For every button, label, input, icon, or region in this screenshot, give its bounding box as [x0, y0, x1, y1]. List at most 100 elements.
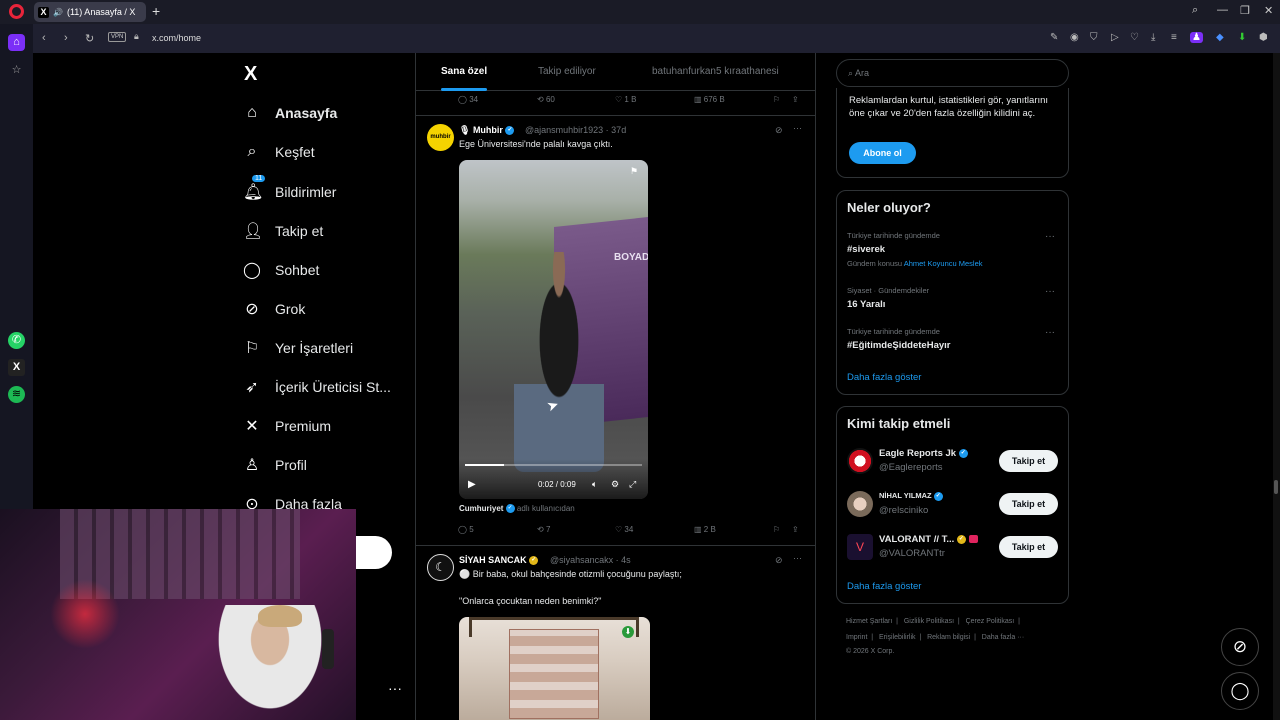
spotify-icon[interactable]: ≋ — [8, 386, 25, 403]
like-action[interactable]: ♡ 34 — [615, 525, 633, 534]
arrow-extension-icon[interactable]: ⬇ — [1238, 32, 1246, 43]
bookmark-icon[interactable]: ⚐ — [773, 525, 780, 534]
post-more-icon[interactable]: ··· — [793, 123, 802, 133]
trend-more-icon[interactable]: ··· — [1045, 286, 1055, 297]
share-icon[interactable]: ⇪ — [792, 95, 799, 104]
back-icon[interactable]: ‹ — [42, 32, 46, 44]
repost-action[interactable]: ⟲ 60 — [537, 95, 555, 104]
nav-bookmarks[interactable]: ⚐ Yer İşaretleri — [243, 338, 353, 358]
show-more-link[interactable]: Daha fazla göster — [847, 372, 921, 383]
nav-home[interactable]: ⌂ Anasayfa — [243, 104, 337, 122]
nav-grok[interactable]: ⊘ Grok — [243, 299, 305, 319]
url-field[interactable]: x.com/home — [152, 33, 201, 43]
like-action[interactable]: ♡ 1 B — [615, 95, 636, 104]
video-bookmark-icon[interactable]: ⚑ — [630, 166, 638, 177]
views-action[interactable]: ▥ 676 B — [694, 95, 725, 104]
footer-link[interactable]: Gizlilik Politikası — [904, 618, 954, 625]
messages-fab-icon[interactable]: ◯ — [1221, 672, 1259, 710]
account-more-icon[interactable]: ··· — [388, 680, 402, 696]
user-name[interactable]: NİHAL YILMAZ ✓ — [879, 491, 943, 501]
reply-action[interactable]: ◯ 34 — [458, 95, 478, 104]
x-app-icon[interactable]: X — [8, 359, 25, 376]
trend-more-icon[interactable]: ··· — [1045, 327, 1055, 338]
subscribe-button[interactable]: Abone ol — [849, 142, 916, 164]
speaker-icon[interactable]: 🔊 — [53, 8, 63, 17]
valorant-logo-icon[interactable]: V — [847, 534, 873, 560]
play-icon[interactable]: ▷ — [1111, 32, 1119, 43]
settings-icon[interactable]: ⚙ — [611, 479, 619, 490]
opera-logo-icon[interactable] — [9, 4, 24, 19]
nav-explore[interactable]: ⌕ Keşfet — [243, 143, 315, 161]
user-name[interactable]: Eagle Reports Jk ✓ — [879, 448, 968, 459]
page-scrollbar[interactable] — [1273, 53, 1280, 720]
reload-icon[interactable]: ↻ — [85, 32, 94, 45]
lock-icon[interactable]: 🔒︎ — [134, 31, 139, 42]
views-action[interactable]: ▥ 2 B — [694, 525, 716, 534]
shield-icon[interactable]: ⛉ — [1090, 32, 1098, 43]
nav-creator-studio[interactable]: ➶ İçerik Üreticisi St... — [243, 377, 391, 397]
grok-explain-icon[interactable]: ⊘ — [775, 555, 783, 566]
download-arrow-icon[interactable]: ⬇ — [622, 626, 634, 638]
trend-item[interactable]: #EğitimdeŞiddeteHayır — [847, 340, 950, 351]
heart-icon[interactable]: ♡ — [1130, 32, 1139, 43]
follow-button[interactable]: Takip et — [999, 493, 1058, 515]
post-video[interactable]: BOYAD ▶ 0:02 / 0:09 🔈︎ ⚙ ⤢ ⚑ — [459, 160, 648, 499]
nav-notifications[interactable]: 🔔︎ 11 Bildirimler — [243, 175, 336, 202]
whatsapp-icon[interactable]: ✆ — [8, 332, 25, 349]
post-handle[interactable]: @siyahsancakx · 4s — [550, 555, 631, 565]
volume-icon[interactable]: 🔈︎ — [592, 479, 597, 490]
vpn-badge[interactable]: VPN — [108, 32, 127, 42]
user-avatar[interactable] — [847, 491, 873, 517]
trend-topic-link[interactable]: Ahmet Koyuncu Meslek — [904, 259, 983, 268]
nav-follow[interactable]: 👤︎ Takip et — [243, 221, 323, 241]
video-progress-bar[interactable] — [465, 464, 642, 466]
forward-icon[interactable]: › — [64, 32, 68, 44]
tab-community[interactable]: batuhanfurkan5 kıraathanesi — [652, 66, 779, 77]
cube-icon[interactable]: ⬢ — [1259, 32, 1268, 43]
footer-link[interactable]: Imprint — [846, 634, 867, 641]
post-avatar[interactable]: ☾ — [427, 554, 454, 581]
show-more-link[interactable]: Daha fazla göster — [847, 581, 921, 592]
footer-link[interactable]: Erişilebilirlik — [879, 634, 916, 641]
footer-link[interactable]: Daha fazla ··· — [982, 634, 1024, 641]
close-icon[interactable]: ✕ — [1264, 4, 1273, 17]
footer-link[interactable]: Reklam bilgisi — [927, 634, 970, 641]
follow-button[interactable]: Takip et — [999, 536, 1058, 558]
menu-icon[interactable]: ≡ — [1171, 32, 1177, 43]
footer-link[interactable]: Çerez Politikası — [966, 618, 1015, 625]
follow-button[interactable]: Takip et — [999, 450, 1058, 472]
fullscreen-icon[interactable]: ⤢ — [629, 479, 636, 490]
search-tabs-icon[interactable]: ⌕ — [1192, 4, 1198, 17]
scrollbar-thumb[interactable] — [1274, 480, 1278, 494]
share-icon[interactable]: ⇪ — [792, 525, 799, 534]
bookmark-icon[interactable]: ⚐ — [773, 95, 780, 104]
nav-profile[interactable]: ♙ Profil — [243, 455, 307, 475]
post-more-icon[interactable]: ··· — [793, 553, 802, 563]
restore-icon[interactable]: ❐ — [1240, 4, 1250, 17]
reply-action[interactable]: ◯ 5 — [458, 525, 474, 534]
x-logo[interactable]: X — [244, 63, 257, 86]
nav-premium[interactable]: ✕ Premium — [243, 416, 331, 436]
post-image[interactable]: ⬇ — [459, 617, 650, 720]
nav-chat[interactable]: ◯ Sohbet — [243, 260, 319, 280]
profile-icon[interactable]: ♟ — [1190, 32, 1203, 43]
home-icon[interactable]: ⌂ — [8, 34, 25, 51]
trend-item[interactable]: #siverek — [847, 244, 885, 255]
search-input[interactable]: ⌕ Ara — [836, 59, 1069, 87]
star-icon[interactable]: ☆ — [8, 62, 25, 79]
trend-item[interactable]: 16 Yaralı — [847, 299, 885, 310]
post-handle[interactable]: @ajansmuhbir1923 · 37d — [525, 125, 626, 135]
extension-icon[interactable]: ◆ — [1216, 32, 1224, 43]
post-author[interactable]: SİYAH SANCAK ✓ — [459, 555, 539, 566]
new-tab-button[interactable]: + — [152, 4, 160, 19]
footer-link[interactable]: Hizmet Şartları — [846, 618, 892, 625]
repost-action[interactable]: ⟲ 7 — [537, 525, 550, 534]
trend-more-icon[interactable]: ··· — [1045, 231, 1055, 242]
edit-icon[interactable]: ✎ — [1050, 32, 1058, 43]
play-icon[interactable]: ▶ — [468, 479, 476, 490]
user-avatar[interactable] — [847, 448, 873, 474]
post-author[interactable]: 🎙︎ Muhbir ✓ — [459, 125, 515, 136]
grok-explain-icon[interactable]: ⊘ — [775, 125, 783, 136]
video-source[interactable]: Cumhuriyet ✓ adlı kullanıcıdan — [459, 504, 575, 514]
download-icon[interactable]: ⤓ — [1151, 32, 1155, 43]
